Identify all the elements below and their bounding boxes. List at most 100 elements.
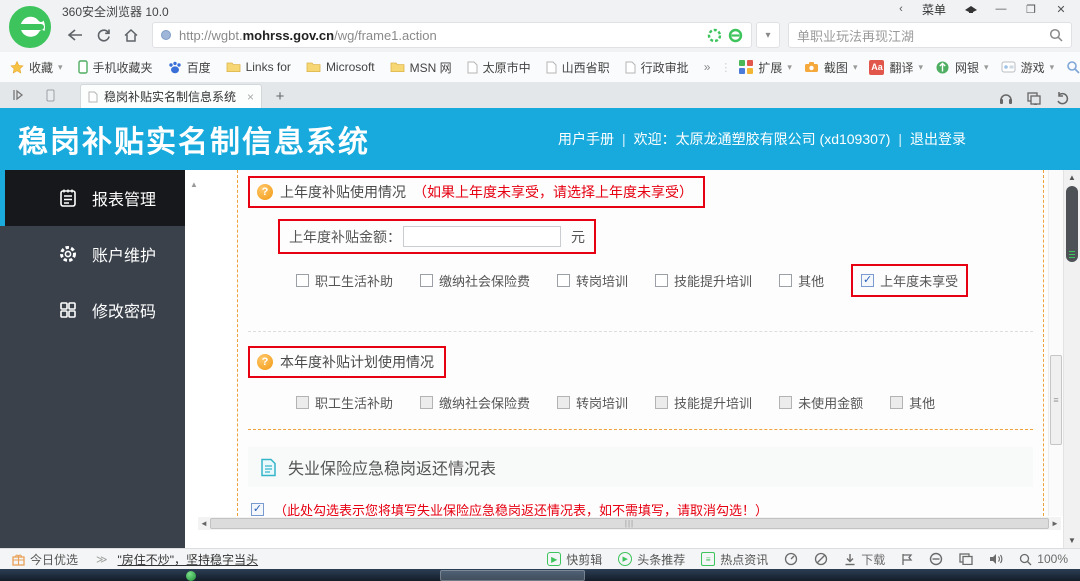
menu-button[interactable]: 菜单	[918, 1, 954, 18]
home-button[interactable]	[118, 22, 144, 48]
bookmark-taiyuan[interactable]: 太原市中	[467, 59, 531, 76]
scroll-right-arrow-icon[interactable]: ►	[1049, 519, 1061, 528]
checkbox-social-insurance-plan[interactable]: 缴纳社会保险费	[420, 393, 530, 412]
browser-mode-icon[interactable]	[728, 28, 743, 43]
menu-collapse-icon[interactable]: ‹	[888, 1, 914, 17]
report-note-checkbox[interactable]: ✓	[251, 503, 264, 516]
taskbar-active-window-button[interactable]	[440, 570, 585, 581]
checkbox-not-enjoyed-last-year[interactable]: ✓上年度未享受	[861, 271, 958, 290]
sidebar-item-account-maintenance[interactable]: 账户维护	[0, 226, 185, 282]
checkbox-box[interactable]	[296, 274, 309, 287]
toolbar-login-manager[interactable]: 登录管家	[1066, 59, 1080, 76]
page-vertical-scrollbar[interactable]: ▲ ▼	[1063, 170, 1080, 548]
quick-clip-button[interactable]: ▶ 快剪辑	[547, 551, 602, 568]
inner-vertical-scrollbar[interactable]: ≡	[1048, 170, 1063, 516]
windows-taskbar[interactable]	[0, 569, 1080, 581]
daily-deals-link[interactable]: 今日优选	[12, 551, 78, 568]
maximize-button[interactable]: ❐	[1018, 1, 1044, 17]
bookmark-favorites[interactable]: 收藏 ▾	[10, 59, 63, 76]
checkbox-box-checked[interactable]: ✓	[861, 274, 874, 287]
scroll-left-arrow-icon[interactable]: ◄	[198, 519, 210, 528]
checkbox-other[interactable]: 其他	[779, 271, 824, 290]
toolbar-netbank[interactable]: 网银▾	[935, 59, 989, 76]
checkbox-job-transfer-training-plan[interactable]: 转岗培训	[557, 393, 628, 412]
new-tab-button[interactable]: +	[268, 86, 292, 106]
tab-list-icon[interactable]	[1027, 92, 1042, 105]
download-button[interactable]: 下载	[844, 551, 885, 568]
checkbox-social-insurance[interactable]: 缴纳社会保险费	[420, 271, 530, 290]
scroll-up-mini-icon[interactable]: ▲	[190, 180, 198, 189]
toolbar-screenshot[interactable]: 截图▾	[804, 59, 858, 76]
checkbox-living-subsidy-plan[interactable]: 职工生活补助	[296, 393, 393, 412]
sidebar-toggle-icon[interactable]	[6, 84, 30, 106]
tab-close-icon[interactable]: ×	[247, 90, 254, 104]
speed-mode-icon[interactable]	[784, 552, 798, 566]
mobile-sync-icon[interactable]	[38, 84, 62, 106]
toutiao-button[interactable]: ▶ 头条推荐	[618, 551, 685, 568]
bookmark-xingzheng[interactable]: 行政审批	[625, 59, 689, 76]
checkbox-box-disabled[interactable]	[296, 396, 309, 409]
bookmark-baidu[interactable]: 百度	[168, 59, 211, 76]
checkbox-other-plan[interactable]: 其他	[890, 393, 935, 412]
inner-scrollbar-thumb[interactable]: ≡	[1050, 355, 1062, 445]
toolbar-extensions[interactable]: 扩展▾	[739, 59, 792, 76]
page-scrollbar-thumb[interactable]	[1066, 186, 1078, 262]
checkbox-box[interactable]	[420, 274, 433, 287]
checkbox-box-disabled[interactable]	[890, 396, 903, 409]
scroll-down-arrow-icon[interactable]: ▼	[1064, 536, 1080, 545]
toolbar-games[interactable]: 游戏▾	[1001, 59, 1055, 76]
back-button[interactable]	[62, 22, 88, 48]
site-safety-icon[interactable]	[707, 28, 722, 43]
checkbox-box[interactable]	[655, 274, 668, 287]
minimize-button[interactable]: —	[988, 1, 1014, 17]
adblock-icon[interactable]	[814, 552, 828, 566]
checkbox-box-disabled[interactable]	[779, 396, 792, 409]
checkbox-box-disabled[interactable]	[420, 396, 433, 409]
checkbox-unused-amount-plan[interactable]: 未使用金额	[779, 393, 863, 412]
bookmark-folder-microsoft[interactable]: Microsoft	[306, 60, 375, 74]
taskbar-app-icon[interactable]	[186, 571, 196, 581]
toolbar-translate[interactable]: Aa 翻译▾	[869, 59, 923, 76]
bookmarks-overflow-icon[interactable]: »	[704, 60, 711, 74]
checkbox-box-disabled[interactable]	[655, 396, 668, 409]
status-expand-icon[interactable]: ≫	[96, 553, 108, 566]
restore-tab-icon[interactable]	[1056, 92, 1070, 105]
horizontal-scrollbar-thumb[interactable]: |||	[210, 518, 1049, 529]
search-input[interactable]: 单职业玩法再现江湖	[788, 22, 1072, 48]
checkbox-job-transfer-training[interactable]: 转岗培训	[557, 271, 628, 290]
previous-amount-input[interactable]	[403, 226, 561, 247]
logout-link[interactable]: 退出登录	[910, 129, 966, 149]
help-icon[interactable]: ?	[257, 184, 273, 200]
checkbox-living-subsidy[interactable]: 职工生活补助	[296, 271, 393, 290]
report-flag-icon[interactable]	[901, 553, 913, 566]
checkbox-box-disabled[interactable]	[557, 396, 570, 409]
audio-headphones-icon[interactable]	[999, 92, 1013, 105]
sidebar-item-change-password[interactable]: 修改密码	[0, 282, 185, 338]
sidebar-item-report-management[interactable]: 报表管理	[0, 170, 185, 226]
user-manual-link[interactable]: 用户手册	[558, 129, 614, 149]
tab-active[interactable]: 稳岗补贴实名制信息系统 ×	[80, 84, 262, 108]
refresh-button[interactable]	[90, 22, 116, 48]
scroll-up-arrow-icon[interactable]: ▲	[1064, 173, 1080, 182]
browser-e-icon[interactable]	[929, 552, 943, 566]
bookmark-folder-msn[interactable]: MSN 网	[390, 59, 452, 76]
horizontal-scrollbar[interactable]: ◄ ||| ►	[198, 517, 1061, 530]
bookmark-shanxi[interactable]: 山西省职	[546, 59, 610, 76]
checkbox-skill-training-plan[interactable]: 技能提升培训	[655, 393, 752, 412]
checkbox-box[interactable]	[557, 274, 570, 287]
checkbox-box[interactable]	[779, 274, 792, 287]
zoom-control[interactable]: 100%	[1019, 552, 1068, 566]
site-info-icon[interactable]	[161, 30, 171, 40]
news-headline-link[interactable]: "房住不炒"，坚持稳字当头	[118, 551, 259, 568]
user-hat-icon[interactable]	[958, 1, 984, 17]
multi-window-icon[interactable]	[959, 553, 973, 565]
hot-news-button[interactable]: ≡ 热点资讯	[701, 551, 768, 568]
checkbox-skill-training[interactable]: 技能提升培训	[655, 271, 752, 290]
help-icon[interactable]: ?	[257, 354, 273, 370]
sound-icon[interactable]	[989, 553, 1003, 565]
bookmark-folder-links-for[interactable]: Links for	[226, 60, 291, 74]
url-dropdown-button[interactable]: ▾	[756, 22, 780, 48]
url-input[interactable]: http://wgbt.mohrss.gov.cn/wg/frame1.acti…	[152, 22, 752, 48]
search-icon[interactable]	[1049, 28, 1063, 42]
close-button[interactable]: ✕	[1048, 1, 1074, 17]
